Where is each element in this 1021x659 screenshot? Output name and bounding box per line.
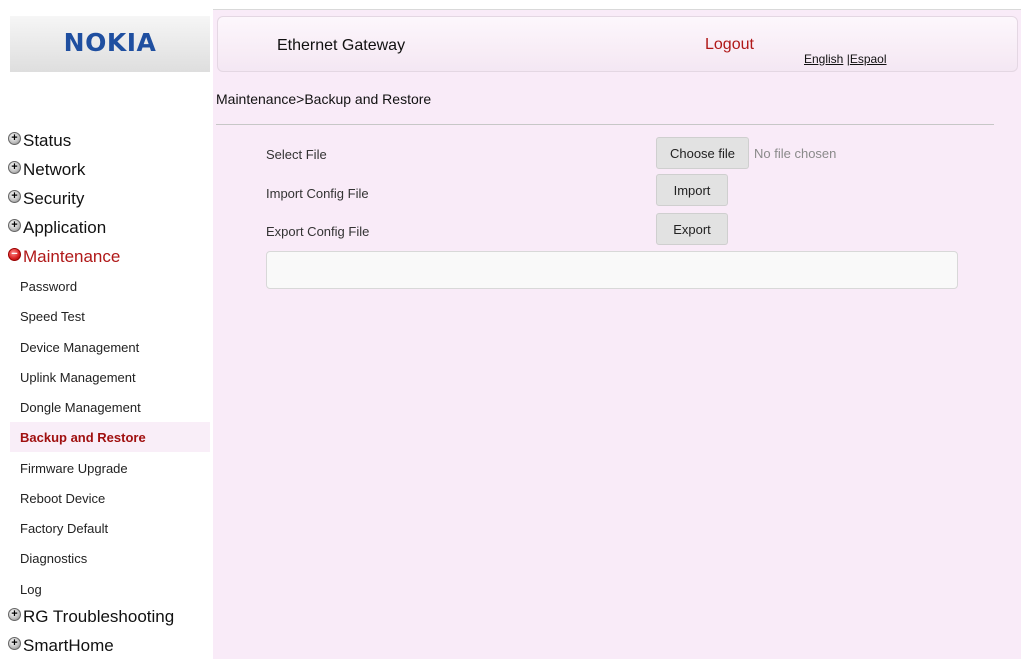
language-switcher: English |Espaol (804, 52, 887, 66)
import-config-label: Import Config File (266, 186, 369, 201)
import-button[interactable]: Import (656, 174, 728, 206)
expand-plus-icon: + (8, 160, 21, 174)
sidebar-category-maintenance[interactable]: − Maintenance (8, 244, 120, 270)
logo-box: NOKIA (10, 16, 210, 72)
expand-plus-icon: + (8, 131, 21, 145)
sidebar-category-security[interactable]: + Security (8, 186, 84, 212)
main-content: Ethernet Gateway Logout English |Espaol … (213, 10, 1021, 659)
sidebar-category-application[interactable]: + Application (8, 215, 106, 241)
sidebar-item-speed-test[interactable]: Speed Test (10, 301, 210, 331)
sidebar-item-factory-default[interactable]: Factory Default (10, 513, 210, 543)
expand-plus-icon: + (8, 218, 21, 232)
sidebar-item-device-management[interactable]: Device Management (10, 332, 210, 362)
language-espanol-link[interactable]: Espaol (850, 52, 887, 66)
sidebar-item-password[interactable]: Password (10, 271, 210, 301)
sidebar-item-backup-and-restore[interactable]: Backup and Restore (10, 422, 210, 452)
sidebar-item-uplink-management[interactable]: Uplink Management (10, 362, 210, 392)
header-bar: Ethernet Gateway Logout English |Espaol (217, 16, 1018, 72)
sidebar-category-label: Application (23, 218, 107, 237)
breadcrumb: Maintenance>Backup and Restore (216, 91, 432, 107)
sidebar-category-network[interactable]: + Network (8, 157, 85, 183)
breadcrumb-divider (216, 124, 994, 125)
expand-plus-icon: + (8, 189, 21, 203)
app-title: Ethernet Gateway (277, 37, 406, 54)
sidebar-item-firmware-upgrade[interactable]: Firmware Upgrade (10, 453, 210, 483)
sidebar-category-label: Network (23, 160, 86, 179)
nokia-logo: NOKIA (63, 28, 157, 57)
export-button[interactable]: Export (656, 213, 728, 245)
expand-plus-icon: + (8, 607, 21, 621)
sidebar-category-label: Security (23, 189, 85, 208)
sidebar-category-label: RG Troubleshooting (23, 607, 175, 626)
sidebar-item-log[interactable]: Log (10, 574, 210, 604)
collapse-minus-icon: − (8, 247, 21, 261)
status-message-box (266, 251, 958, 289)
logout-link[interactable]: Logout (705, 36, 754, 54)
sidebar-category-label: SmartHome (23, 636, 114, 655)
sidebar: NOKIA + Status + Network + Security + Ap… (0, 0, 210, 659)
sidebar-category-label: Maintenance (23, 247, 121, 266)
export-config-label: Export Config File (266, 224, 370, 239)
sidebar-item-dongle-management[interactable]: Dongle Management (10, 392, 210, 422)
sidebar-category-smarthome[interactable]: + SmartHome (8, 633, 114, 659)
language-english-link[interactable]: English (804, 52, 843, 66)
expand-plus-icon: + (8, 636, 21, 650)
sidebar-category-label: Status (23, 131, 72, 150)
sidebar-category-status[interactable]: + Status (8, 128, 71, 154)
sidebar-item-reboot-device[interactable]: Reboot Device (10, 483, 210, 513)
choose-file-button[interactable]: Choose file (656, 137, 749, 169)
sidebar-category-rg-troubleshooting[interactable]: + RG Troubleshooting (8, 604, 174, 630)
no-file-chosen-text: No file chosen (754, 146, 837, 161)
sidebar-item-diagnostics[interactable]: Diagnostics (10, 543, 210, 573)
select-file-label: Select File (266, 147, 327, 162)
